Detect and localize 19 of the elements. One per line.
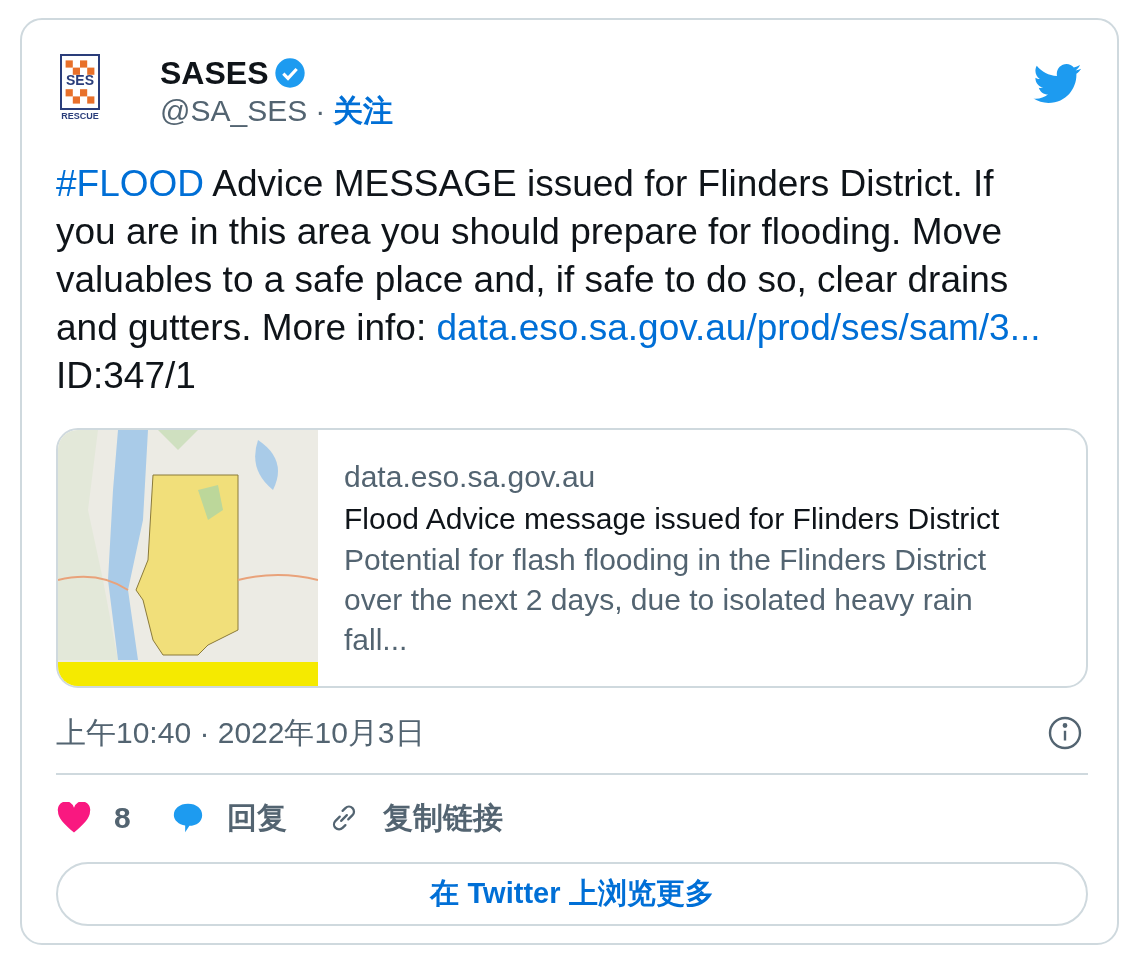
link-title: Flood Advice message issued for Flinders District bbox=[344, 501, 1001, 537]
heart-icon bbox=[56, 801, 92, 834]
link-domain: data.eso.sa.gov.au bbox=[344, 459, 597, 495]
separator-dot: · bbox=[315, 93, 326, 129]
timestamp[interactable]: 上午10:40 · 2022年10月3日 bbox=[56, 710, 425, 755]
like-action[interactable]: 8 bbox=[56, 795, 131, 840]
hashtag-link[interactable]: #FLOOD bbox=[56, 163, 205, 204]
link-preview-card[interactable]: data.eso.sa.gov.au Flood Advice message issued for Flinders District Potential for flash flooding in the Flinders District over the next 2 days, due to isolated heavy rain fall... bbox=[56, 428, 1088, 688]
bird-icon[interactable] bbox=[1033, 64, 1083, 104]
copy-action[interactable]: 复制链接 bbox=[326, 795, 503, 840]
tweet-text: #FLOOD Advice MESSAGE issued for Flinders District. If you are in this area you should prepare for flooding. Move valuables to a safe place and, if safe to do so, clear drains and gutters. More info: data.eso.sa.gov.au/prod/ses/sam/3... ID:347/1 bbox=[56, 162, 1042, 398]
reply-action[interactable]: 回复 bbox=[170, 795, 287, 840]
author-name[interactable]: SASES bbox=[160, 54, 269, 92]
link-description: Potential for flash flooding in the Flinders District over the next 2 days, due to isolated heavy rain fall... bbox=[344, 542, 987, 658]
info-icon[interactable] bbox=[1047, 714, 1083, 751]
follow-link[interactable]: 关注 bbox=[333, 92, 394, 130]
view-more-button[interactable]: 在 Twitter 上浏览更多 bbox=[56, 862, 1088, 926]
url-link[interactable]: data.eso.sa.gov.au/prod/ses/sam/3... bbox=[436, 307, 1041, 348]
author-handle[interactable]: @SA_SES bbox=[160, 92, 308, 130]
